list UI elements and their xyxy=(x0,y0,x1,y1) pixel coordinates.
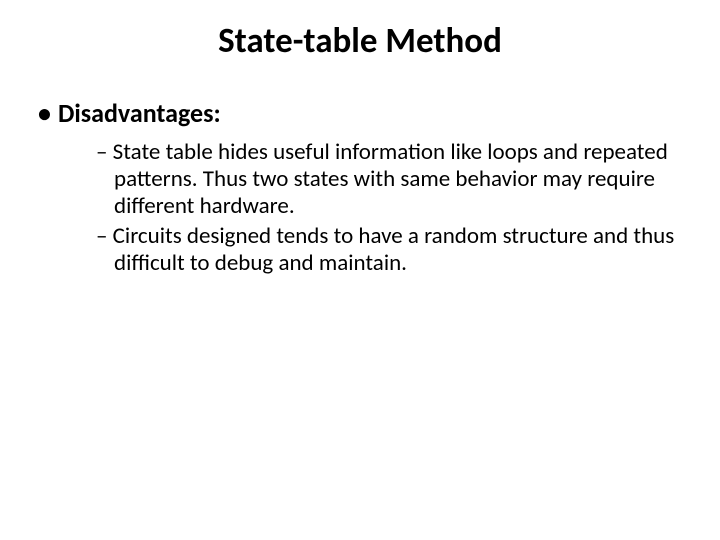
bullet-heading: •Disadvantages: xyxy=(38,98,682,129)
bullet-glyph: • xyxy=(38,98,58,129)
sub-bullet-item: – Circuits designed tends to have a rand… xyxy=(96,223,682,277)
sub-bullet-text: Circuits designed tends to have a random… xyxy=(113,222,675,277)
sub-bullet-text: State table hides useful information lik… xyxy=(113,138,668,220)
slide-body: •Disadvantages: – State table hides usef… xyxy=(0,70,720,277)
dash-icon: – xyxy=(96,222,107,250)
slide-title: State-table Method xyxy=(0,0,720,70)
dash-icon: – xyxy=(96,138,107,166)
slide: State-table Method •Disadvantages: – Sta… xyxy=(0,0,720,540)
sub-bullet-group: – State table hides useful information l… xyxy=(38,139,682,277)
sub-bullet-item: – State table hides useful information l… xyxy=(96,139,682,220)
heading-text: Disadvantages: xyxy=(58,97,221,129)
